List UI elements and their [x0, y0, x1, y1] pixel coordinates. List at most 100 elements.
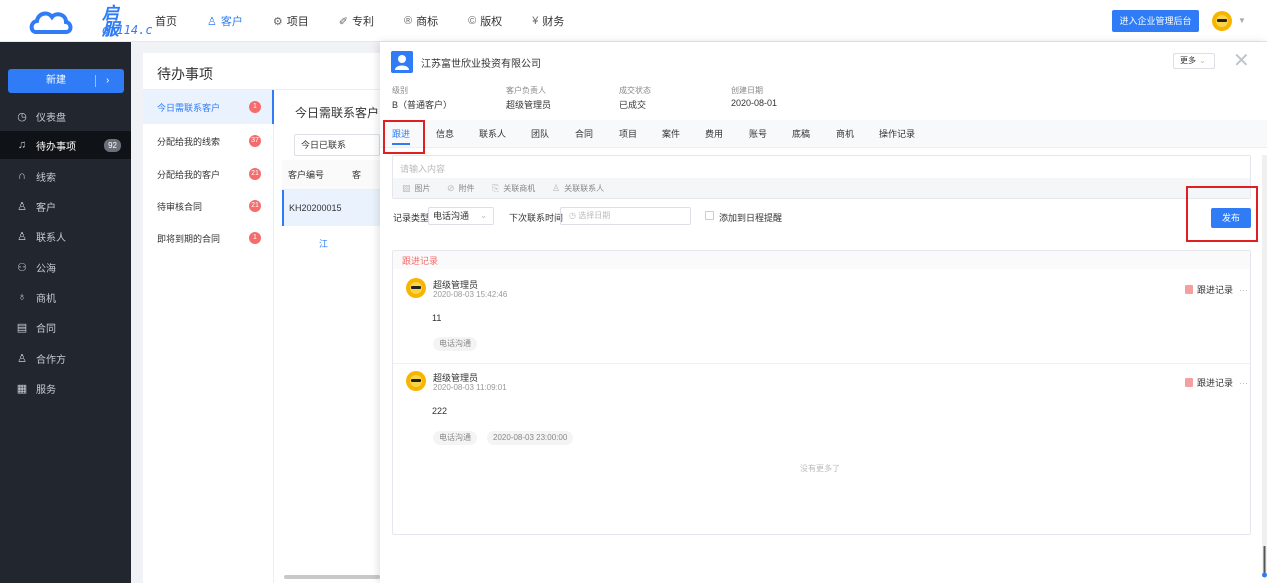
link-opportunity-button[interactable]: ⎘ 关联商机 — [492, 183, 535, 194]
tab-cases[interactable]: 案件 — [662, 127, 680, 140]
tab-team[interactable]: 团队 — [531, 127, 549, 140]
next-contact-date-input[interactable]: ◷ 选择日期 — [560, 207, 691, 225]
add-schedule-checkbox[interactable] — [705, 211, 714, 220]
nav-project[interactable]: ⚙ 项目 — [273, 13, 309, 29]
tab-info[interactable]: 信息 — [436, 127, 454, 140]
sidebar-item-label: 客户 — [36, 202, 56, 214]
attach-image-button[interactable]: ▨ 图片 — [402, 183, 431, 194]
editor-placeholder: 请输入内容 — [400, 164, 446, 174]
main-nav: 首页 ♙ 客户 ⚙ 项目 ✐ 专利 ® 商标 © 版权 ¥ 财务 — [155, 0, 594, 42]
nav-home[interactable]: 首页 — [155, 13, 177, 29]
nav-finance[interactable]: ¥ 财务 — [532, 13, 564, 29]
sidebar-item-leads[interactable]: ∩ 线索 — [0, 162, 131, 190]
nav-trademark[interactable]: ® 商标 — [404, 13, 438, 29]
copyright-icon: © — [468, 15, 477, 27]
sunflower-avatar-icon[interactable] — [1211, 10, 1233, 32]
date-placeholder: 选择日期 — [578, 211, 611, 220]
contact-filter-select[interactable]: 今日已联系 — [294, 134, 380, 156]
tab-opportunities[interactable]: 商机 — [836, 127, 854, 140]
table-header: 客户编号 客 — [282, 160, 380, 190]
todo-item-label: 即将到期的合同 — [157, 233, 221, 244]
sidebar-item-contacts[interactable]: ♙ 联系人 — [0, 222, 131, 250]
sidebar-item-dashboard[interactable]: ◷ 仪表盘 — [0, 102, 131, 130]
link-contact-button[interactable]: ♙ 关联联系人 — [552, 183, 604, 194]
customer-name-cell[interactable]: 江 — [319, 239, 328, 249]
vertical-scrollbar[interactable] — [1262, 155, 1267, 575]
sidebar-item-label: 联系人 — [36, 232, 66, 244]
thermometer-icon — [1262, 546, 1267, 578]
attach-file-button[interactable]: ⊘ 附件 — [447, 183, 475, 194]
registered-icon: ® — [403, 15, 413, 27]
highlight-box-publish — [1186, 186, 1258, 242]
table-row[interactable]: KH20200015 江 — [282, 190, 380, 249]
sidebar-item-opportunities[interactable]: ♁ 商机 — [0, 283, 131, 311]
image-icon: ▨ — [402, 183, 411, 193]
chevron-right-icon[interactable]: › — [106, 69, 109, 93]
tab-projects[interactable]: 项目 — [619, 127, 637, 140]
sidebar-item-label: 合作方 — [36, 354, 66, 366]
highlight-box-tab — [383, 120, 425, 154]
tab-accounts[interactable]: 账号 — [749, 127, 767, 140]
count-badge: 21 — [249, 168, 261, 180]
entry-type[interactable]: 跟进记录 ··· — [1185, 376, 1248, 389]
sidebar-item-services[interactable]: ▦ 服务 — [0, 374, 131, 402]
horizontal-scrollbar[interactable] — [284, 575, 380, 579]
brand-url: qf114.c — [102, 23, 153, 37]
more-label: 更多 — [1180, 56, 1196, 65]
tool-label: 关联联系人 — [564, 184, 605, 193]
todo-item-today-contact[interactable]: 今日需联系客户 1 — [143, 90, 274, 124]
divider — [393, 363, 1250, 364]
page-title: 待办事项 — [157, 66, 213, 82]
tab-contracts[interactable]: 合同 — [575, 127, 593, 140]
column-header-id: 客户编号 — [288, 170, 325, 180]
more-dropdown[interactable]: 更多 ⌄ — [1173, 53, 1215, 69]
nav-customer[interactable]: ♙ 客户 — [207, 13, 243, 29]
todo-item-assigned-customers[interactable]: 分配给我的客户 21 — [143, 157, 274, 191]
count-badge: 1 — [249, 101, 261, 113]
records-header — [393, 251, 1250, 269]
todo-item-pending-contracts[interactable]: 待审核合同 21 — [143, 189, 274, 223]
brand-logo[interactable]: 启服 qf114.c — [28, 4, 153, 38]
tab-fees[interactable]: 费用 — [705, 127, 723, 140]
sidebar-item-partners[interactable]: ♙ 合作方 — [0, 344, 131, 372]
record-type-value: 电话沟通 — [433, 211, 470, 221]
new-button[interactable]: 新建 › — [8, 69, 124, 93]
todo-item-label: 分配给我的客户 — [157, 169, 221, 180]
sidebar: 新建 › ◷ 仪表盘 ♫ 待办事项 92 ∩ 线索 ♙ 客户 ♙ 联系人 ⚇ 公海 ♁ 商机 ▤… — [0, 42, 131, 583]
account-caret-icon[interactable]: ▼ — [1238, 16, 1246, 25]
record-type-select[interactable]: 电话沟通 ⌄ — [428, 207, 494, 225]
opportunity-icon: ♁ — [17, 291, 27, 303]
info-label-owner: 客户负责人 — [506, 86, 546, 95]
tab-operation-log[interactable]: 操作记录 — [879, 127, 915, 140]
enter-admin-button[interactable]: 进入企业管理后台 — [1112, 10, 1199, 32]
more-options-icon[interactable]: ··· — [1239, 285, 1248, 295]
more-options-icon[interactable]: ··· — [1239, 378, 1248, 388]
chevron-down-icon: ⌄ — [480, 211, 487, 220]
gear-icon: ⚙ — [272, 15, 283, 28]
entry-type[interactable]: 跟进记录 ··· — [1185, 283, 1248, 296]
entry-content: 222 — [432, 406, 448, 416]
sidebar-item-customers[interactable]: ♙ 客户 — [0, 192, 131, 220]
no-more-text: 没有更多了 — [800, 464, 840, 473]
tab-drafts[interactable]: 底稿 — [792, 127, 810, 140]
sidebar-item-contracts[interactable]: ▤ 合同 — [0, 313, 131, 341]
service-icon: ▦ — [16, 382, 28, 395]
tool-label: 图片 — [414, 184, 431, 193]
chevron-down-icon: ⌄ — [1199, 56, 1206, 65]
nav-copyright[interactable]: © 版权 — [468, 13, 502, 29]
sidebar-item-label: 公海 — [36, 263, 56, 275]
leads-icon: ∩ — [18, 170, 26, 182]
todo-item-expiring-contracts[interactable]: 即将到期的合同 1 — [143, 221, 274, 255]
nav-patent[interactable]: ✐ 专利 — [339, 13, 374, 29]
nav-home-label: 首页 — [155, 16, 177, 28]
sidebar-item-todo[interactable]: ♫ 待办事项 92 — [0, 131, 131, 159]
count-badge: 21 — [249, 200, 261, 212]
sidebar-item-public-pool[interactable]: ⚇ 公海 — [0, 253, 131, 281]
tab-contacts[interactable]: 联系人 — [479, 127, 506, 140]
next-contact-label: 下次联系时间 — [509, 213, 564, 223]
entry-time: 2020-08-03 15:42:46 — [433, 290, 508, 299]
todo-item-assigned-leads[interactable]: 分配给我的线索 37 — [143, 124, 274, 158]
nav-copyright-label: 版权 — [480, 16, 503, 28]
contact-icon: ♙ — [17, 230, 27, 243]
close-icon[interactable]: ✕ — [1233, 51, 1250, 71]
